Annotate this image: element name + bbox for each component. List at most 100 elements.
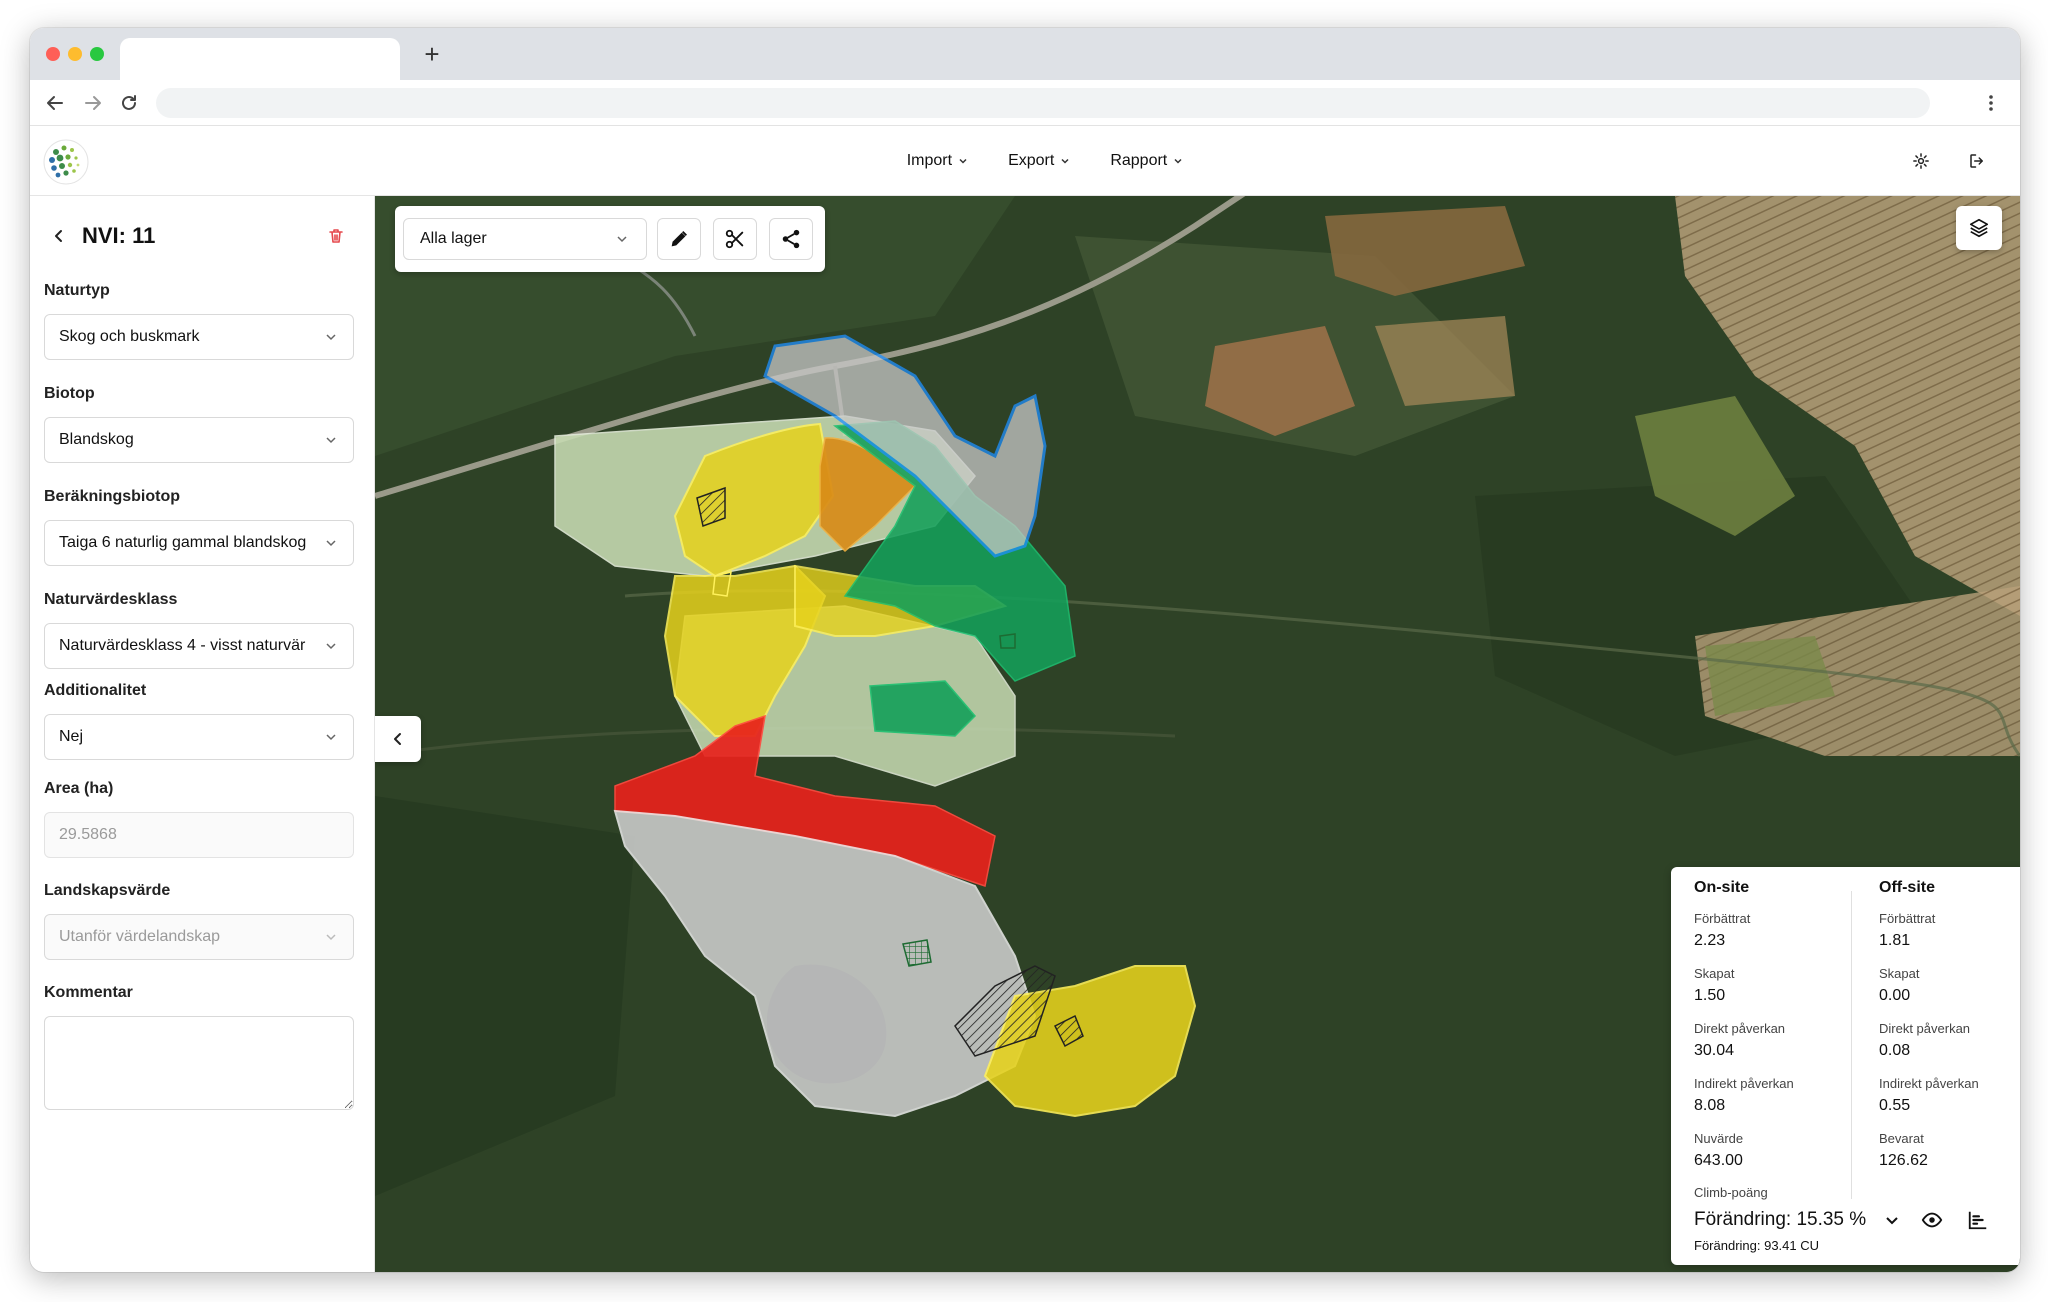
minimize-window-button[interactable] [68,47,82,61]
browser-menu-icon[interactable] [1976,88,2006,118]
metric-label: Direkt påverkan [1694,1021,1786,1036]
layers-icon [1969,218,1989,238]
metric-value: 643.00 [1694,1152,1743,1169]
cut-scissors-button[interactable] [713,218,757,260]
delete-button[interactable] [324,224,348,248]
metric-value: 0.00 [1879,987,1911,1004]
collapse-sidebar-button[interactable] [375,716,421,762]
maximize-window-button[interactable] [90,47,104,61]
climb-row: Förändring: 15.35 % [1694,1206,2014,1234]
close-window-button[interactable] [46,47,60,61]
kommentar-label: Kommentar [44,984,133,1001]
metric-value: 2.23 [1694,932,1726,949]
settings-gear-icon[interactable] [1908,148,1934,174]
climb-score-section: Climb-poäng Förändring: 15.35 % Förändri… [1694,1185,2014,1253]
climb-change-percent: Förändring: 15.35 % [1694,1209,1867,1230]
offsite-direkt: Direkt påverkan 0.08 [1879,1021,2020,1076]
back-button[interactable] [44,221,74,251]
landskapsvarde-select[interactable]: Utanför värdelandskap [44,914,354,960]
field-naturvardesklass: Naturvärdesklass Naturvärdesklass 4 - vi… [44,591,354,669]
biotop-label: Biotop [44,385,95,402]
offsite-forbattrat: Förbättrat 1.81 [1879,911,2020,966]
menu-export[interactable]: Export [1008,126,1070,196]
layer-select[interactable]: Alla lager [403,218,647,260]
app-header: Import Export Rapport [30,126,2020,196]
metric-label: Skapat [1694,966,1735,981]
onsite-direkt: Direkt påverkan 30.04 [1694,1021,1854,1076]
area-input[interactable]: 29.5868 [44,812,354,858]
menu-rapport-label: Rapport [1110,152,1168,169]
browser-address-bar [30,80,2020,126]
onsite-indirekt: Indirekt påverkan 8.08 [1694,1076,1854,1131]
chevron-down-icon [326,540,336,547]
chevron-down-icon [326,734,336,741]
browser-window: + Import Export Rapport NVI: 11 Naturtyp… [30,28,2020,1272]
metric-value: 0.08 [1879,1042,1911,1059]
naturtyp-label: Naturtyp [44,282,110,299]
trash-icon [329,229,343,243]
metric-label: Indirekt påverkan [1694,1076,1794,1091]
metric-value: 30.04 [1694,1042,1735,1059]
field-naturtyp: Naturtyp Skog och buskmark [44,282,354,360]
metric-label: Direkt påverkan [1879,1021,1971,1036]
berakningsbiotop-label: Beräkningsbiotop [44,488,181,505]
chart-view-button[interactable] [1964,1206,1992,1234]
expand-chevron-button[interactable] [1878,1206,1906,1234]
pencil-icon [671,231,687,247]
onsite-nuvarde: Nuvärde 643.00 [1694,1131,1854,1186]
metric-label: Förbättrat [1694,911,1751,926]
logout-icon[interactable] [1964,148,1990,174]
draw-pencil-button[interactable] [657,218,701,260]
merge-vertices-button[interactable] [769,218,813,260]
kommentar-textarea[interactable] [44,1016,354,1110]
menu-export-label: Export [1008,152,1055,169]
chevron-down-icon [326,934,336,941]
share-nodes-icon [782,229,800,249]
biotop-select[interactable]: Blandskog [44,417,354,463]
nvi-detail-sidebar: NVI: 11 Naturtyp Skog och buskmark Bioto… [30,196,375,1272]
layers-toggle-button[interactable] [1956,206,2002,250]
forward-arrow-icon[interactable] [78,88,108,118]
metric-label: Nuvärde [1694,1131,1744,1146]
map-view[interactable]: Alla lager On-site Förbättrat 2.23 Skapa… [375,196,2020,1272]
field-kommentar: Kommentar [44,984,354,1115]
menu-rapport[interactable]: Rapport [1110,126,1183,196]
toggle-visibility-button[interactable] [1918,1206,1946,1234]
additionalitet-select[interactable]: Nej [44,714,354,760]
onsite-skapat: Skapat 1.50 [1694,966,1854,1021]
layer-select-value: Alla lager [420,230,487,247]
climb-change-cu: Förändring: 93.41 CU [1694,1238,1820,1253]
chevron-down-icon [959,158,967,164]
chevron-left-icon [394,733,401,745]
additionalitet-label: Additionalitet [44,682,147,699]
field-additionalitet: Additionalitet Nej [44,682,354,760]
onsite-forbattrat: Förbättrat 2.23 [1694,911,1854,966]
menu-import[interactable]: Import [907,126,968,196]
offsite-title: Off-site [1879,879,1935,896]
metric-value: 0.55 [1879,1097,1911,1114]
climb-label: Climb-poäng [1694,1185,1768,1200]
scissors-icon [725,229,744,249]
metric-value: 8.08 [1694,1097,1726,1114]
biotop-value: Blandskog [59,431,134,448]
berakningsbiotop-select[interactable]: Taiga 6 naturlig gammal blandskog [44,520,354,566]
climb-stats-panel: On-site Förbättrat 2.23 Skapat 1.50 Dire… [1671,867,2020,1265]
browser-tab[interactable] [120,38,400,80]
reload-icon[interactable] [114,88,144,118]
back-arrow-icon[interactable] [40,88,70,118]
naturtyp-value: Skog och buskmark [59,328,200,345]
berakningsbiotop-value: Taiga 6 naturlig gammal blandskog [59,534,307,551]
onsite-title: On-site [1694,879,1750,896]
new-tab-icon[interactable]: + [416,38,448,70]
offsite-indirekt: Indirekt påverkan 0.55 [1879,1076,2020,1131]
url-input[interactable] [156,88,1930,118]
naturtyp-select[interactable]: Skog och buskmark [44,314,354,360]
naturvardesklass-select[interactable]: Naturvärdesklass 4 - visst naturvär [44,623,354,669]
chevron-down-icon [1886,1217,1898,1225]
field-landskapsvarde: Landskapsvärde Utanför värdelandskap [44,882,354,960]
naturvardesklass-label: Naturvärdesklass [44,591,178,608]
metric-label: Indirekt påverkan [1879,1076,1979,1091]
chevron-down-icon [1174,158,1182,164]
chevron-down-icon [617,236,627,243]
metric-value: 126.62 [1879,1152,1928,1169]
